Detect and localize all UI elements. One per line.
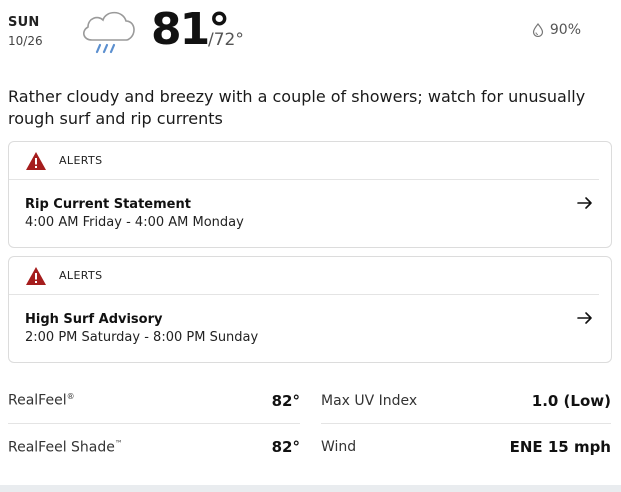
detail-row-realfeel-shade: RealFeel Shade™ 82° — [8, 424, 300, 470]
detail-row-wind: Wind ENE 15 mph — [321, 424, 611, 470]
trademark-mark: ™ — [114, 438, 123, 448]
detail-value: 82° — [271, 391, 300, 410]
alert-header: ALERTS — [9, 142, 599, 180]
forecast-phrase: Rather cloudy and breezy with a couple o… — [8, 87, 586, 128]
detail-label: Wind — [321, 439, 357, 455]
alert-body: High Surf Advisory 2:00 PM Saturday - 8:… — [9, 295, 611, 345]
date-block: SUN 10/26 — [8, 15, 43, 48]
low-temperature: /72° — [208, 30, 244, 50]
alert-card-high-surf[interactable]: ALERTS High Surf Advisory 2:00 PM Saturd… — [8, 256, 612, 363]
detail-value: 1.0 (Low) — [531, 391, 611, 410]
warning-icon — [26, 151, 46, 170]
rain-cloud-icon — [83, 11, 135, 54]
detail-label: RealFeel® — [8, 392, 75, 409]
alert-card-rip-current[interactable]: ALERTS Rip Current Statement 4:00 AM Fri… — [8, 141, 612, 248]
alert-body: Rip Current Statement 4:00 AM Friday - 4… — [9, 180, 611, 230]
alert-header: ALERTS — [9, 257, 599, 295]
warning-icon — [26, 266, 46, 285]
bottom-divider — [0, 485, 621, 492]
day-name: SUN — [8, 15, 40, 30]
day-header: SUN 10/26 81° /72° 90% — [0, 0, 621, 80]
alert-title: Rip Current Statement — [25, 197, 191, 212]
day-date: 10/26 — [8, 34, 43, 48]
alert-tag: ALERTS — [59, 154, 103, 167]
detail-row-realfeel: RealFeel® 82° — [8, 378, 300, 424]
detail-label: RealFeel Shade™ — [8, 438, 123, 456]
alert-title: High Surf Advisory — [25, 312, 163, 327]
alert-tag: ALERTS — [59, 269, 103, 282]
alert-time: 4:00 AM Friday - 4:00 AM Monday — [25, 215, 244, 230]
precipitation-chance: 90% — [532, 22, 581, 38]
detail-value: 82° — [271, 438, 300, 456]
alert-time: 2:00 PM Saturday - 8:00 PM Sunday — [25, 330, 259, 345]
detail-row-uv-index: Max UV Index 1.0 (Low) — [321, 378, 611, 424]
arrow-right-icon[interactable] — [577, 311, 593, 325]
registered-mark: ® — [66, 392, 75, 402]
detail-label: Max UV Index — [321, 392, 418, 409]
precipitation-value: 90% — [549, 22, 581, 38]
arrow-right-icon[interactable] — [577, 196, 593, 210]
droplet-icon — [532, 23, 543, 37]
detail-value: ENE 15 mph — [509, 438, 611, 456]
